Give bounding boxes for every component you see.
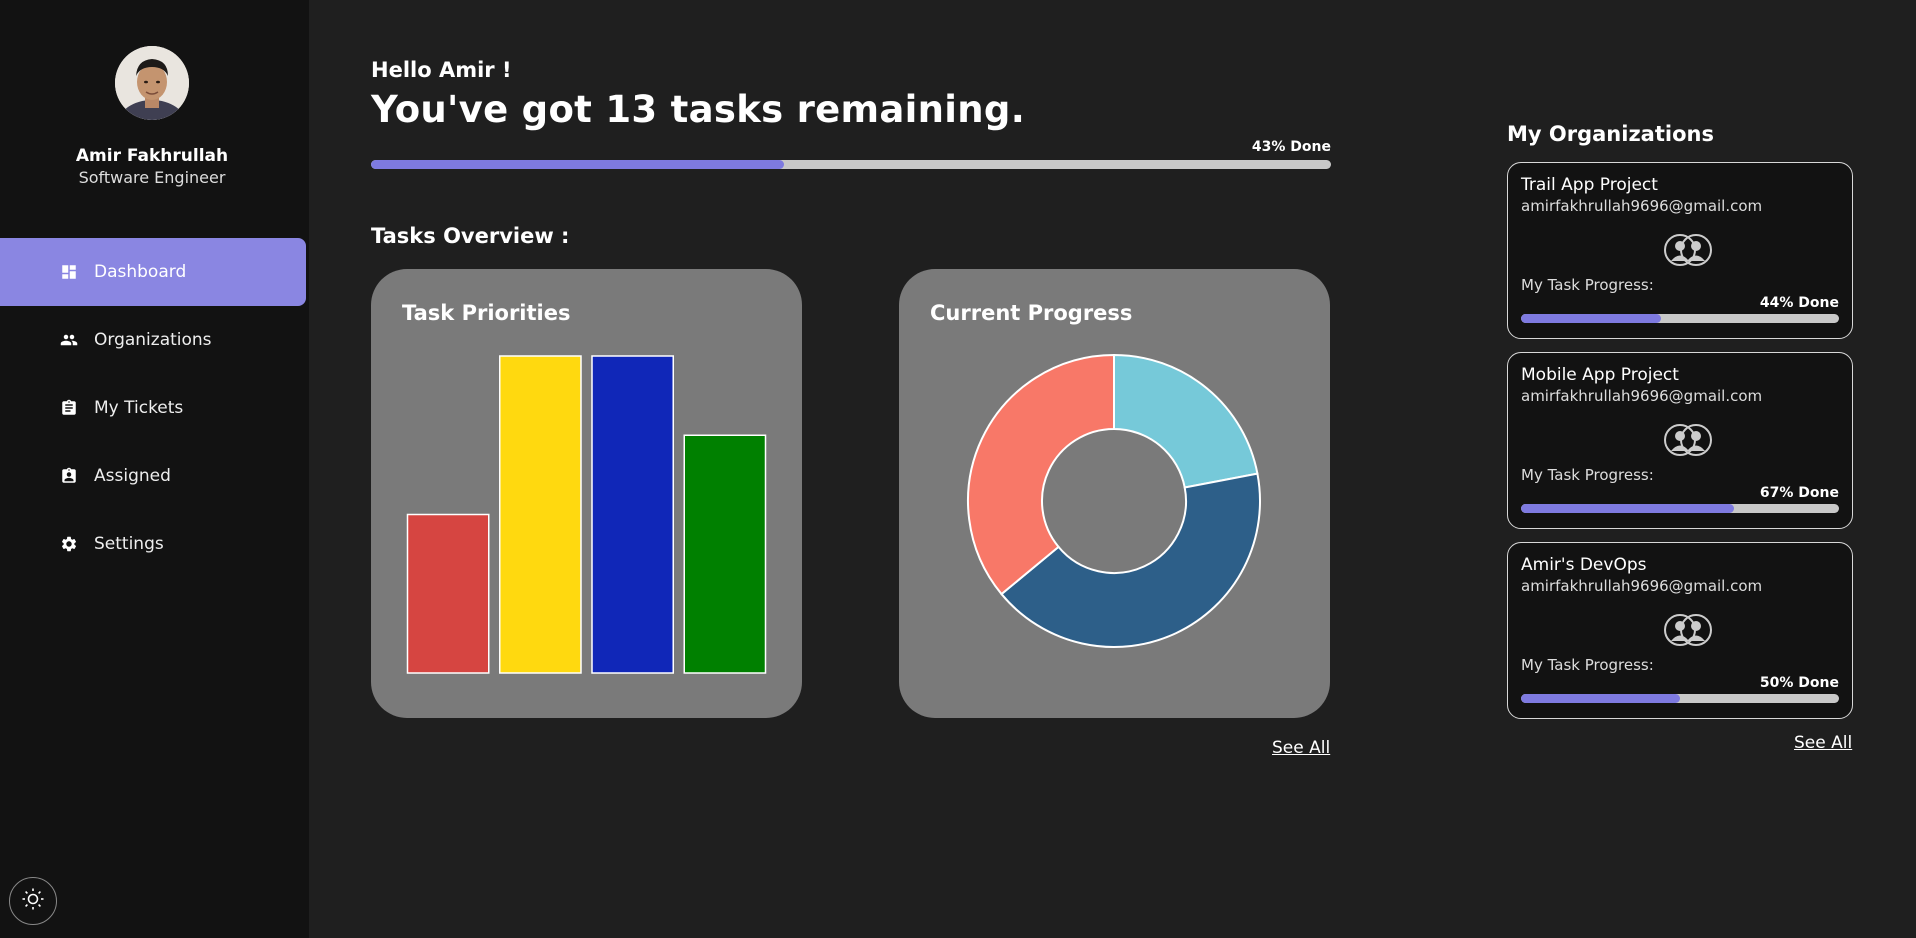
organizations-see-all-link[interactable]: See All [1794,733,1852,753]
donut-slice-1 [1113,353,1259,489]
org-name: Amir's DevOps [1521,555,1647,575]
sidebar-item-dashboard[interactable]: Dashboard [0,238,306,306]
org-progress-done: 67% Done [1759,485,1839,501]
group-icon [1664,423,1714,457]
org-progress-done: 50% Done [1759,675,1839,691]
sidebar-nav: Dashboard Organizations My Tickets Assig… [0,238,306,578]
gear-icon [60,535,78,553]
overall-progress-bar [371,160,1331,169]
avatar [115,46,189,120]
task-priorities-chart [406,355,767,674]
bar-2 [499,355,582,674]
sidebar-item-label: Dashboard [94,262,187,282]
org-progress-label: My Task Progress: [1521,276,1654,294]
org-progress-bar [1521,694,1839,703]
bar-1 [406,513,490,674]
overall-progress-label: 43% Done [1251,139,1331,155]
user-name: Amir Fakhrullah [75,146,229,166]
bar-4 [683,434,767,674]
org-progress-label: My Task Progress: [1521,656,1654,674]
task-priorities-card: Task Priorities [371,269,802,718]
org-progress-bar [1521,504,1839,513]
current-progress-card: Current Progress [899,269,1330,718]
overall-progress-fill [371,160,784,169]
group-icon [1664,233,1714,267]
greeting: Hello Amir ! [371,58,512,82]
tasks-overview-title: Tasks Overview : [371,224,570,248]
sidebar-item-label: Assigned [94,466,171,486]
sidebar-item-label: Settings [94,534,164,554]
sidebar: Amir Fakhrullah Software Engineer Dashbo… [0,0,309,938]
org-card-trail-app[interactable]: Trail App Project amirfakhrullah9696@gma… [1507,162,1853,339]
sidebar-item-organizations[interactable]: Organizations [0,306,306,374]
sidebar-item-label: Organizations [94,330,212,350]
theme-toggle-button[interactable] [9,877,57,925]
sidebar-item-assigned[interactable]: Assigned [0,442,306,510]
page-title: You've got 13 tasks remaining. [371,88,1026,131]
org-progress-done: 44% Done [1759,295,1839,311]
task-priorities-title: Task Priorities [402,301,571,325]
org-email: amirfakhrullah9696@gmail.com [1521,577,1763,595]
clipboard-icon [60,399,78,417]
group-icon [1664,613,1714,647]
sidebar-item-my-tickets[interactable]: My Tickets [0,374,306,442]
tasks-see-all-link[interactable]: See All [1272,738,1330,758]
sidebar-item-label: My Tickets [94,398,184,418]
org-email: amirfakhrullah9696@gmail.com [1521,387,1763,405]
organizations-title: My Organizations [1507,122,1714,146]
org-progress-bar [1521,314,1839,323]
sidebar-item-settings[interactable]: Settings [0,510,306,578]
user-role: Software Engineer [78,168,226,187]
org-card-mobile-app[interactable]: Mobile App Project amirfakhrullah9696@gm… [1507,352,1853,529]
org-progress-label: My Task Progress: [1521,466,1654,484]
org-progress-fill [1521,694,1680,703]
org-card-devops[interactable]: Amir's DevOps amirfakhrullah9696@gmail.c… [1507,542,1853,719]
sun-icon [21,887,45,915]
current-progress-chart [967,353,1261,648]
bar-3 [591,355,674,674]
org-progress-fill [1521,504,1735,513]
donut-slice-3 [967,353,1115,596]
org-progress-fill [1521,314,1661,323]
current-progress-title: Current Progress [930,301,1133,325]
dashboard-icon [60,263,78,281]
assigned-icon [60,467,78,485]
org-name: Mobile App Project [1521,365,1679,385]
org-name: Trail App Project [1521,175,1658,195]
people-icon [60,331,78,349]
org-email: amirfakhrullah9696@gmail.com [1521,197,1763,215]
